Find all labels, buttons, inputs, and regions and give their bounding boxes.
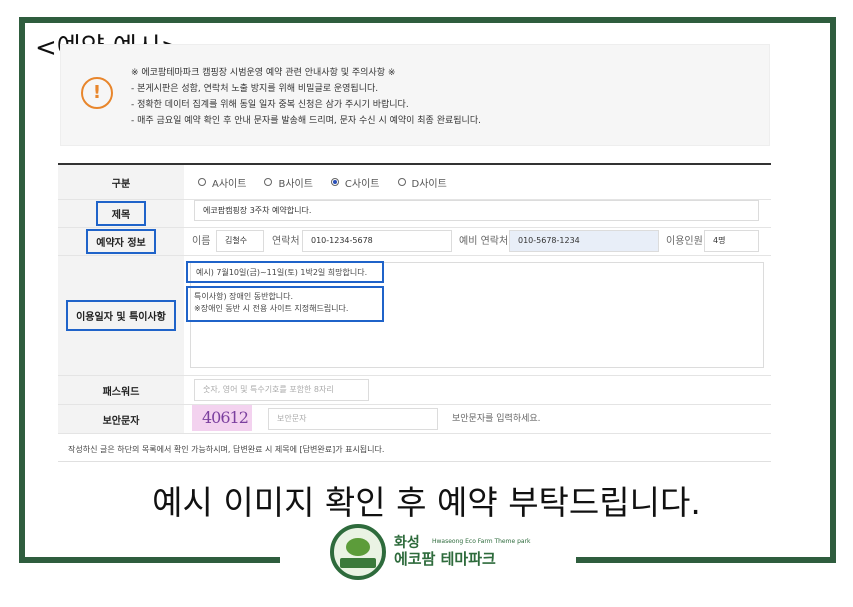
- park-logo: 화성 Hwaseong Eco Farm Theme park 에코팜 테마파크: [326, 520, 566, 586]
- radio-label: D사이트: [411, 178, 447, 190]
- footer-note: 작성하신 글은 하단의 목록에서 확인 가능하시며, 답변완료 시 제목에 [답…: [68, 445, 385, 454]
- reserver-row: 예약자 정보 이름 김철수 연락처 010-1234-5678 예비 연락처 0…: [58, 228, 771, 256]
- subject-label: 제목: [58, 200, 184, 227]
- radio-a-site[interactable]: A사이트: [198, 175, 246, 190]
- usage-row: 이용일자 및 특이사항 예시) 7월10일(금)~11일(토) 1박2일 희망합…: [58, 256, 771, 376]
- password-input[interactable]: 숫자, 영어 및 특수기호를 포함한 8자리: [194, 379, 369, 401]
- notice-lines: ※ 에코팜테마파크 캠핑장 시범운영 예약 관련 안내사항 및 주의사항 ※ -…: [131, 65, 481, 129]
- captcha-row: 보안문자 40612 보안문자 보안문자를 입력하세요.: [58, 405, 771, 434]
- name-label: 이름: [192, 236, 211, 247]
- subject-label-text: 제목: [95, 201, 147, 226]
- radio-label: B사이트: [278, 178, 313, 190]
- phone-label: 연락처: [272, 236, 300, 247]
- logo-emblem-icon: [330, 524, 386, 580]
- usage-line-note: 특이사항) 장애인 동반합니다.: [194, 292, 294, 301]
- subject-input[interactable]: 에코팜캠핑장 3주차 예약합니다.: [194, 200, 759, 221]
- subject-row: 제목 에코팜캠핑장 3주차 예약합니다.: [58, 200, 771, 228]
- radio-label: C사이트: [344, 178, 380, 190]
- captcha-image: 40612: [192, 405, 252, 431]
- category-row: 구분 A사이트 B사이트 C사이트 D사이트: [58, 165, 771, 200]
- usage-label-text: 이용일자 및 특이사항: [66, 300, 176, 331]
- caption-text: 예시 이미지 확인 후 예약 부탁드립니다.: [152, 483, 701, 522]
- radio-c-site[interactable]: C사이트: [330, 175, 380, 190]
- phone-input[interactable]: 010-1234-5678: [302, 230, 452, 252]
- notice-line: ※ 에코팜테마파크 캠핑장 시범운영 예약 관련 안내사항 및 주의사항 ※: [131, 68, 396, 78]
- notice-line: - 매주 금요일 예약 확인 후 안내 문자를 발송해 드리며, 문자 수신 시…: [131, 116, 481, 126]
- captcha-hint: 보안문자를 입력하세요.: [452, 414, 541, 424]
- alt-phone-label: 예비 연락처: [459, 236, 509, 247]
- usage-line-date: 예시) 7월10일(금)~11일(토) 1박2일 희망합니다.: [196, 268, 368, 277]
- password-label: 패스워드: [58, 376, 184, 404]
- alt-phone-input[interactable]: 010-5678-1234: [509, 230, 659, 252]
- reserver-label: 예약자 정보: [58, 228, 184, 255]
- logo-name-big: 에코팜 테마파크: [394, 550, 496, 568]
- captcha-label: 보안문자: [58, 405, 184, 433]
- footer-divider: [58, 461, 771, 462]
- radio-d-site[interactable]: D사이트: [397, 175, 447, 190]
- name-input[interactable]: 김철수: [216, 230, 264, 252]
- exclamation-icon: !: [81, 77, 113, 109]
- notice-line: - 본게시판은 성함, 연락처 노출 방지를 위해 비밀글로 운영됩니다.: [131, 84, 379, 94]
- category-radio-group: A사이트 B사이트 C사이트 D사이트: [198, 165, 465, 199]
- radio-selected-icon: [330, 178, 339, 186]
- radio-icon: [264, 178, 273, 186]
- people-input[interactable]: 4명: [704, 230, 759, 252]
- notice-box: ! ※ 에코팜테마파크 캠핑장 시범운영 예약 관련 안내사항 및 주의사항 ※…: [60, 44, 770, 146]
- radio-label: A사이트: [212, 178, 247, 190]
- usage-line-note-2: ※장애인 동반 시 전용 사이트 지정해드립니다.: [194, 304, 349, 313]
- people-label: 이용인원: [666, 236, 703, 247]
- usage-label: 이용일자 및 특이사항: [58, 256, 184, 375]
- reserver-label-text: 예약자 정보: [86, 229, 156, 254]
- radio-b-site[interactable]: B사이트: [264, 175, 313, 190]
- logo-name-english: Hwaseong Eco Farm Theme park: [432, 538, 531, 545]
- radio-icon: [397, 178, 406, 186]
- captcha-input[interactable]: 보안문자: [268, 408, 438, 430]
- notice-line: - 정확한 데이터 집계를 위해 동일 일자 중복 신청은 삼가 주시기 바랍니…: [131, 100, 409, 110]
- password-row: 패스워드 숫자, 영어 및 특수기호를 포함한 8자리: [58, 376, 771, 405]
- category-label: 구분: [58, 165, 184, 199]
- radio-icon: [198, 178, 206, 186]
